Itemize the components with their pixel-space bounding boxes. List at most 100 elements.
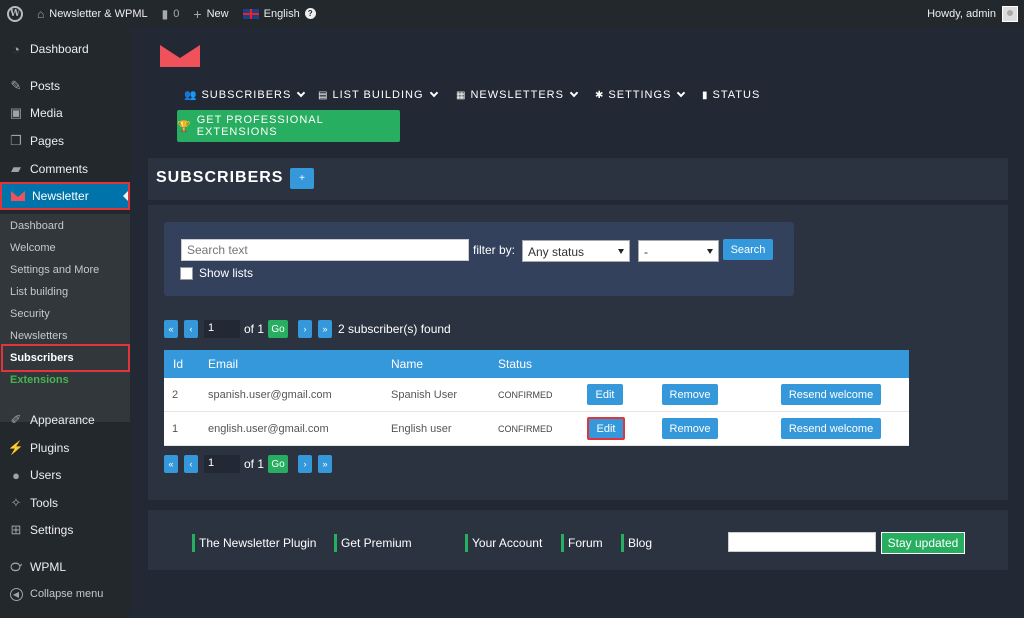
plug-icon: ⚡ — [7, 440, 25, 455]
help-icon[interactable]: ? — [304, 8, 316, 19]
my-account-link[interactable]: Howdy, admin — [927, 0, 1018, 27]
sidebar-item-comments[interactable]: ▰ Comments — [0, 156, 130, 182]
remove-button[interactable]: Remove — [662, 418, 718, 439]
submenu-newsletters[interactable]: Newsletters — [10, 326, 67, 346]
sidebar-item-posts[interactable]: ✎ Posts — [0, 73, 130, 99]
chevron-down-icon — [569, 88, 579, 98]
prev-page-button[interactable]: ‹ — [184, 320, 198, 338]
dashboard-icon: ◔ — [12, 41, 20, 57]
sidebar-item-label: Posts — [30, 79, 61, 93]
last-page-button[interactable]: » — [318, 455, 333, 473]
submenu-settings-and-more[interactable]: Settings and More — [10, 260, 99, 280]
remove-button[interactable]: Remove — [662, 384, 718, 405]
list-icon: ▤ — [318, 89, 329, 101]
status-select[interactable]: Any status — [522, 240, 630, 262]
sidebar-item-label: Media — [30, 106, 63, 120]
nav-status[interactable]: ▮ STATUS — [702, 88, 760, 102]
stay-updated-button[interactable]: Stay updated — [881, 532, 965, 554]
page-input[interactable]: 1 — [204, 320, 240, 338]
newsletter-email-input[interactable] — [728, 532, 876, 552]
nav-settings[interactable]: ✱ SETTINGS — [595, 88, 686, 102]
sidebar-item-plugins[interactable]: ⚡ Plugins — [0, 435, 130, 461]
subscribers-highlight — [1, 344, 130, 372]
next-page-button[interactable]: › — [298, 455, 313, 473]
submenu-security[interactable]: Security — [10, 304, 50, 324]
media-icon: ▣ — [9, 105, 23, 120]
plus-icon: + — [193, 5, 202, 22]
sidebar-item-media[interactable]: ▣ Media — [0, 100, 130, 126]
first-page-button[interactable]: « — [164, 455, 178, 473]
go-button[interactable]: Go — [268, 320, 289, 338]
search-button[interactable]: Search — [723, 239, 773, 260]
list-select[interactable]: - — [638, 240, 719, 262]
filter-box: filter by: Any status - Search Show list… — [164, 222, 794, 296]
nav-list-building-label: LIST BUILDING — [332, 89, 424, 101]
submenu-dashboard[interactable]: Dashboard — [10, 216, 64, 236]
footer-panel: The Newsletter Plugin Get Premium Your A… — [148, 510, 1008, 570]
sidebar-item-settings[interactable]: ⊞ Settings — [0, 517, 130, 543]
last-page-button[interactable]: » — [318, 320, 333, 338]
list-select-value: - — [644, 245, 648, 259]
pin-icon: ✎ — [10, 78, 22, 93]
wrench-icon: ✧ — [10, 495, 22, 510]
show-lists-row[interactable]: Show lists — [180, 266, 253, 280]
collapse-icon: ◀ — [8, 586, 24, 602]
sidebar-item-dashboard[interactable]: ◔ Dashboard — [0, 36, 130, 62]
sidebar-item-tools[interactable]: ✧ Tools — [0, 490, 130, 516]
nav-newsletters[interactable]: ▦ NEWSLETTERS — [456, 88, 579, 102]
header-id: Id — [173, 357, 184, 371]
show-lists-label: Show lists — [199, 266, 254, 280]
nav-newsletters-label: NEWSLETTERS — [470, 89, 564, 101]
page-input[interactable]: 1 — [204, 455, 240, 473]
header-email: Email — [208, 357, 239, 371]
footer-link-forum[interactable]: Forum — [561, 534, 603, 552]
search-input[interactable] — [181, 239, 469, 261]
comments-link[interactable]: ▮ 0 — [155, 0, 187, 27]
chevron-down-icon — [429, 88, 438, 98]
submenu-extensions[interactable]: Extensions — [10, 370, 69, 390]
wordpress-logo-button[interactable]: W — [0, 0, 30, 27]
nav-list-building[interactable]: ▤ LIST BUILDING — [318, 88, 438, 102]
edit-button[interactable]: Edit — [587, 384, 623, 405]
active-arrow-icon — [123, 191, 128, 201]
footer-link-plugin[interactable]: The Newsletter Plugin — [192, 534, 316, 552]
resend-welcome-button[interactable]: Resend welcome — [781, 418, 881, 439]
prev-page-button[interactable]: ‹ — [184, 455, 198, 473]
add-subscriber-button[interactable]: + — [290, 168, 314, 189]
nav-status-label: STATUS — [712, 89, 761, 101]
submenu-list-building[interactable]: List building — [10, 282, 68, 302]
first-page-button[interactable]: « — [164, 320, 178, 338]
sidebar-item-appearance[interactable]: ✐ Appearance — [0, 407, 130, 433]
footer-link-account[interactable]: Your Account — [465, 534, 542, 552]
sidebar-item-wpml[interactable]: ℺ WPML — [0, 554, 130, 580]
collapse-menu-label: Collapse menu — [30, 588, 104, 600]
new-label: New — [206, 7, 229, 20]
edit-button[interactable]: Edit — [587, 417, 625, 440]
chevron-down-icon — [677, 88, 686, 98]
filter-by-label: filter by: — [473, 243, 516, 257]
next-page-button[interactable]: › — [298, 320, 313, 338]
site-name-link[interactable]: ⌂ Newsletter & WPML — [30, 0, 155, 27]
nav-subscribers-label: SUBSCRIBERS — [201, 89, 292, 101]
nav-subscribers[interactable]: 👥 SUBSCRIBERS — [184, 88, 306, 102]
footer-link-blog[interactable]: Blog — [621, 534, 652, 552]
table-header: Id Email Name Status — [164, 350, 909, 378]
brush-icon: ✐ — [10, 412, 22, 427]
sidebar-item-newsletter[interactable]: Newsletter — [0, 182, 130, 210]
resend-welcome-button[interactable]: Resend welcome — [781, 384, 881, 405]
main-content: 👥 SUBSCRIBERS ▤ LIST BUILDING ▦ NEWSLETT… — [130, 27, 1024, 618]
sidebar-item-pages[interactable]: ❐ Pages — [0, 128, 130, 154]
sidebar-item-users[interactable]: ● Users — [0, 462, 130, 488]
new-content-link[interactable]: + New — [186, 0, 235, 27]
submenu-welcome[interactable]: Welcome — [10, 238, 56, 258]
language-label: English — [263, 7, 300, 20]
language-switcher[interactable]: English ? — [236, 0, 323, 27]
footer-link-premium[interactable]: Get Premium — [334, 534, 412, 552]
collapse-menu-button[interactable]: ◀ Collapse menu — [0, 581, 130, 607]
newspaper-icon: ▦ — [456, 89, 467, 101]
go-button[interactable]: Go — [268, 455, 289, 473]
get-pro-extensions-button[interactable]: 🏆 GET PROFESSIONAL EXTENSIONS — [177, 110, 400, 142]
table-row: 1 english.user@gmail.com English user CO… — [164, 412, 909, 446]
sidebar-item-label: Plugins — [30, 441, 70, 455]
show-lists-checkbox[interactable] — [180, 266, 193, 280]
